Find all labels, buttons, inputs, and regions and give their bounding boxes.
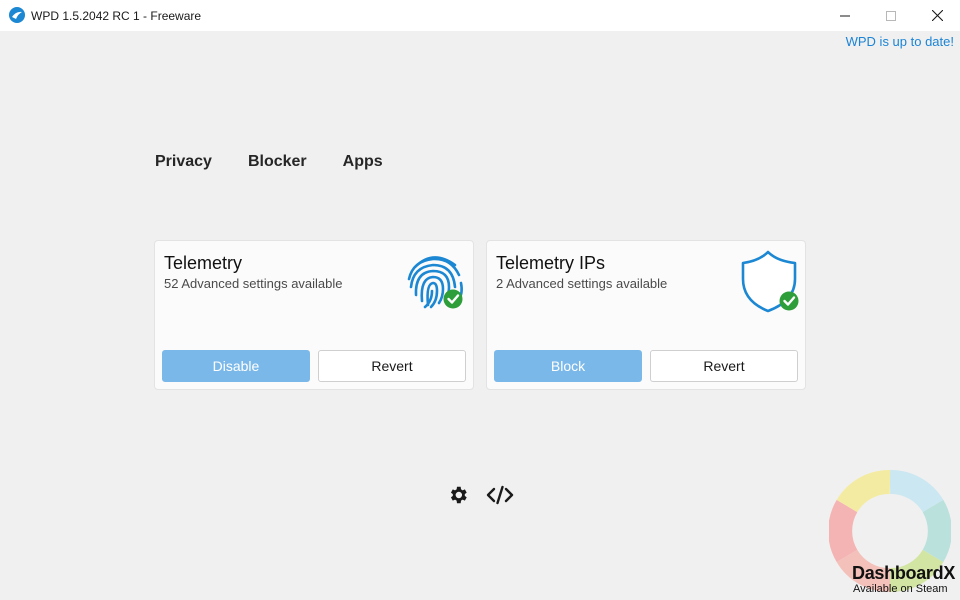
- close-button[interactable]: [914, 0, 960, 31]
- block-button[interactable]: Block: [494, 350, 642, 382]
- card-subtitle: 2 Advanced settings available: [496, 276, 668, 291]
- fingerprint-check-icon: [407, 256, 463, 309]
- title-bar[interactable]: WPD 1.5.2042 RC 1 - Freeware: [0, 0, 960, 31]
- dashboardx-brand: DashboardX: [852, 563, 956, 583]
- telemetry-card: Telemetry 52 Advanced settings available…: [154, 240, 474, 390]
- close-icon: [931, 10, 943, 21]
- card-subtitle: 52 Advanced settings available: [164, 276, 343, 291]
- nav-item-blocker[interactable]: Blocker: [248, 153, 307, 171]
- nav-item-privacy[interactable]: Privacy: [155, 153, 212, 171]
- update-status-link[interactable]: WPD is up to date!: [846, 34, 954, 49]
- settings-gear-icon[interactable]: [447, 484, 469, 506]
- main-nav: Privacy Blocker Apps: [155, 153, 419, 171]
- window-title: WPD 1.5.2042 RC 1 - Freeware: [31, 9, 202, 23]
- minimize-button[interactable]: [822, 0, 868, 31]
- maximize-icon: [886, 10, 896, 21]
- telemetry-ips-card: Telemetry IPs 2 Advanced settings availa…: [486, 240, 806, 390]
- app-logo-icon: [9, 7, 25, 23]
- dashboardx-tagline: Available on Steam: [853, 583, 948, 595]
- shield-check-icon: [741, 250, 799, 313]
- revert-button[interactable]: Revert: [650, 350, 798, 382]
- nav-item-apps[interactable]: Apps: [343, 153, 383, 171]
- code-icon[interactable]: [486, 484, 514, 506]
- revert-button[interactable]: Revert: [318, 350, 466, 382]
- card-title: Telemetry IPs: [496, 253, 606, 273]
- card-title: Telemetry: [164, 253, 243, 273]
- minimize-icon: [840, 15, 850, 16]
- maximize-button[interactable]: [868, 0, 914, 31]
- footer-toolbar: [447, 484, 514, 506]
- disable-button[interactable]: Disable: [162, 350, 310, 382]
